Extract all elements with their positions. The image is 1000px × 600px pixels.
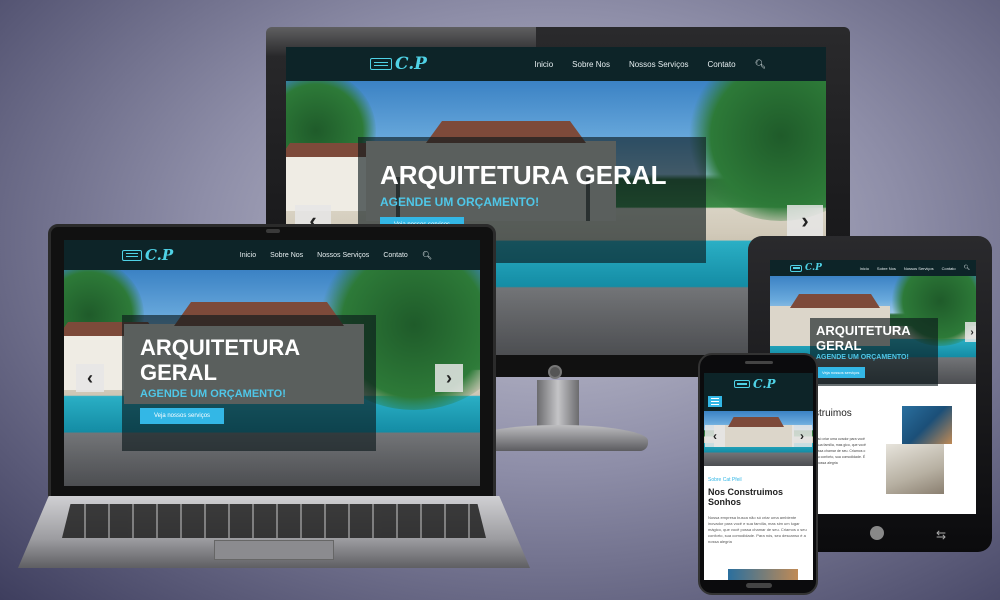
hero-title-line-2: GERAL <box>140 360 217 386</box>
monitor-logo-icon <box>548 365 562 379</box>
hero-title-line-2: GERAL <box>816 337 862 353</box>
nav-link-sobre-nos[interactable]: Sobre Nos <box>270 252 303 259</box>
navbar: C.P Inicio Sobre Nos Nossos Serviços Con… <box>64 240 480 270</box>
laptop-touchpad <box>214 540 334 560</box>
nav-link-nossos-servicos[interactable]: Nossos Serviços <box>317 252 369 259</box>
hero-title-line-1: ARQUITETURA <box>816 323 911 338</box>
logo-emblem-icon <box>122 249 142 261</box>
nav-link-contato[interactable]: Contato <box>942 266 956 271</box>
interior-photo-1 <box>902 406 952 444</box>
nav-link-nossos-servicos[interactable]: Nossos Serviços <box>904 266 934 271</box>
site-logo[interactable]: C.P <box>790 263 822 273</box>
interior-photo-2 <box>886 444 944 494</box>
phone-home-button[interactable] <box>746 583 772 588</box>
cta-button[interactable]: Veja nossos serviços <box>140 407 225 424</box>
nav-link-contato[interactable]: Contato <box>383 252 408 259</box>
navbar: C.P Inicio Sobre Nos Nossos Serviços Con… <box>770 260 976 276</box>
hero-caption: ARQUITETURA GERAL AGENDE UM ORÇAMENTO! V… <box>122 315 376 451</box>
logo-text: C.P <box>805 263 822 273</box>
interior-photo <box>728 569 798 580</box>
navbar: C.P Inicio Sobre Nos Nossos Serviços Con… <box>286 47 826 81</box>
logo-emblem-icon <box>370 58 392 70</box>
recent-apps-icon[interactable]: ⇆ <box>936 528 946 542</box>
about-kicker: Sobre Cat Pfeil <box>708 477 742 483</box>
slider-prev-button[interactable]: ‹ <box>76 364 104 392</box>
phone-screen: C.P ‹ › Sobre Cat Pfeil Nos Construimos … <box>704 373 813 580</box>
logo-text: C.P <box>395 54 427 74</box>
about-body-partial: lo só criar uma ovador para você e sua f… <box>814 437 866 465</box>
search-icon[interactable]: 🔍︎ <box>755 59 766 70</box>
nav-link-inicio[interactable]: Inicio <box>860 266 869 271</box>
hero-subtitle: AGENDE UM ORÇAMENTO! <box>140 387 286 400</box>
logo-emblem-icon <box>790 264 802 272</box>
logo-text: C.P <box>145 246 174 264</box>
navbar: C.P <box>704 373 813 411</box>
about-body: Nossa empresa busca não só criar uma amb… <box>708 515 807 544</box>
about-title-partial: struimos <box>814 408 852 419</box>
hero-caption: ARQUITETURA GERAL AGENDE UM ORÇAMENTO! V… <box>810 318 938 386</box>
nav-link-sobre-nos[interactable]: Sobre Nos <box>572 60 610 69</box>
slider-next-button[interactable]: › <box>792 425 812 447</box>
home-button-icon[interactable] <box>870 526 884 540</box>
nav-menu: Inicio Sobre Nos Nossos Serviços Contato… <box>240 251 432 260</box>
nav-link-contato[interactable]: Contato <box>708 60 736 69</box>
monitor-stand-base <box>470 425 648 451</box>
cta-button[interactable]: Veja nossos serviços <box>816 366 866 378</box>
nav-menu: Inicio Sobre Nos Nossos Serviços Contato… <box>534 59 766 70</box>
phone-speaker <box>745 361 773 364</box>
site-logo[interactable]: C.P <box>122 246 173 264</box>
laptop-screen: C.P Inicio Sobre Nos Nossos Serviços Con… <box>64 240 480 486</box>
slider-next-button[interactable]: › <box>435 364 463 392</box>
hero-title-line-1: ARQUITETURA <box>140 335 301 360</box>
laptop-camera <box>266 229 280 233</box>
nav-menu: Inicio Sobre Nos Nossos Serviços Contato… <box>860 265 970 271</box>
slider-next-button[interactable]: › <box>787 205 823 237</box>
hero-subtitle: AGENDE UM ORÇAMENTO! <box>816 353 909 361</box>
nav-link-nossos-servicos[interactable]: Nossos Serviços <box>629 60 689 69</box>
nav-link-inicio[interactable]: Inicio <box>240 252 256 259</box>
logo-text: C.P <box>753 377 776 391</box>
slider-prev-button[interactable]: ‹ <box>705 425 725 447</box>
logo-emblem-icon <box>734 380 750 388</box>
nav-link-sobre-nos[interactable]: Sobre Nos <box>877 266 896 271</box>
site-logo[interactable]: C.P <box>370 54 427 74</box>
about-title: Nos Construimos Sonhos <box>708 487 784 507</box>
site-logo[interactable]: C.P <box>734 377 776 391</box>
hamburger-menu-icon[interactable] <box>708 396 722 407</box>
nav-link-inicio[interactable]: Inicio <box>534 60 553 69</box>
search-icon[interactable]: 🔍︎ <box>964 265 970 271</box>
tablet-buttons: ⮌ ⇆ <box>800 524 960 544</box>
laptop-keyboard <box>62 504 486 538</box>
hero-subtitle: AGENDE UM ORÇAMENTO! <box>380 194 540 209</box>
search-icon[interactable]: 🔍︎ <box>422 251 432 260</box>
slider-next-button[interactable]: › <box>965 322 976 342</box>
hero-title: ARQUITETURA GERAL <box>380 160 667 190</box>
